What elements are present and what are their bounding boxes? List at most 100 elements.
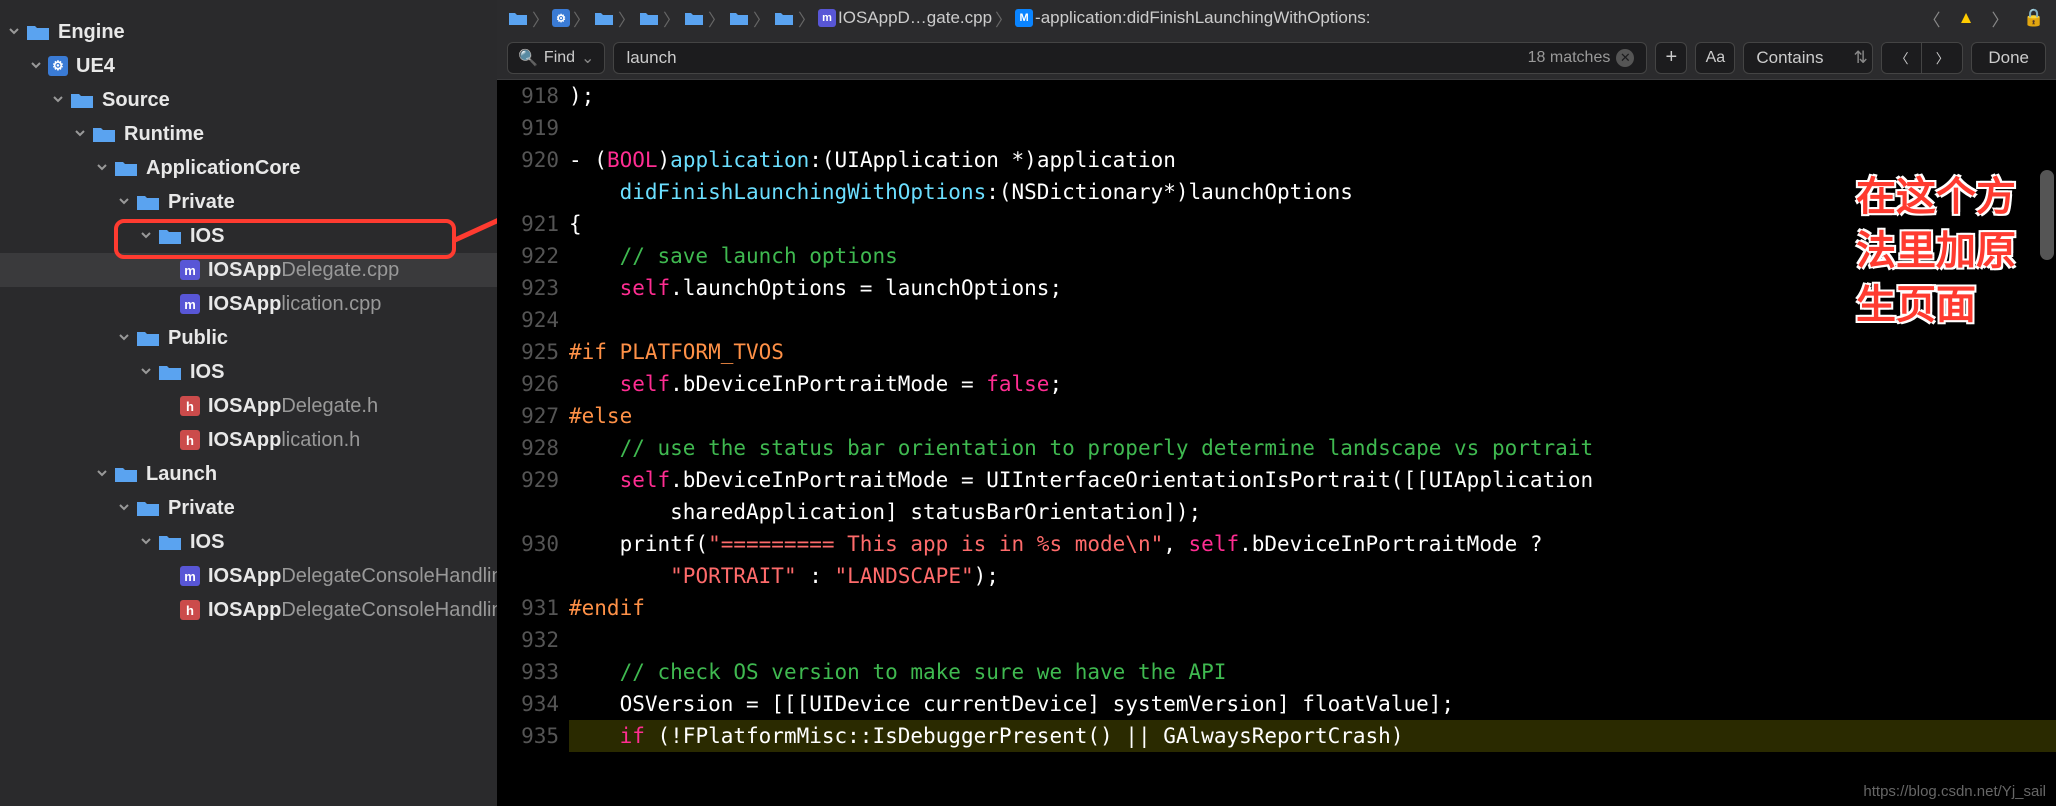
chevron-down-icon [162,569,176,583]
match-mode-select[interactable]: Contains ⇅ [1743,42,1873,74]
code-line[interactable]: #endif [569,592,2056,624]
find-next-button[interactable]: 〉 [1922,43,1962,73]
nav-forward-button[interactable]: 〉 [1988,6,2012,30]
line-number: 920 [497,144,559,176]
folder-icon[interactable] [683,9,705,27]
code-content[interactable]: ); - (BOOL)application:(UIApplication *)… [569,80,2056,806]
tree-item[interactable]: IOS [0,525,497,559]
tree-item[interactable]: Private [0,185,497,219]
done-button[interactable]: Done [1971,42,2046,74]
tree-item-label: ApplicationCore [146,157,300,180]
chevron-down-icon [162,399,176,413]
find-mode-select[interactable]: 🔍 Find ⌄ [507,42,605,74]
folder-icon[interactable] [728,9,750,27]
code-line[interactable]: sharedApplication] statusBarOrientation]… [569,496,2056,528]
tree-item[interactable]: IOS [0,219,497,253]
add-search-button[interactable]: + [1655,42,1687,74]
tree-item-label: UE4 [76,55,115,78]
warning-icon[interactable]: ▲ [1954,6,1978,30]
nav-back-button[interactable]: 〈 [1920,6,1944,30]
line-number: 931 [497,592,559,624]
breadcrumb-method[interactable]: -application:didFinishLaunchingWithOptio… [1035,8,1370,28]
folder-icon [136,498,160,518]
tree-item[interactable]: hIOSAppDelegate.h [0,389,497,423]
folder-icon [136,192,160,212]
code-line[interactable] [569,304,2056,336]
folder-icon[interactable] [773,9,795,27]
tree-item[interactable]: hIOSAppDelegateConsoleHandlin... [0,593,497,627]
chevron-down-icon[interactable] [74,127,88,141]
code-line[interactable]: - (BOOL)application:(UIApplication *)app… [569,144,2056,176]
tree-item[interactable]: mIOSAppDelegate.cpp [0,253,497,287]
tree-item[interactable]: Source [0,83,497,117]
code-line[interactable]: OSVersion = [[[UIDevice currentDevice] s… [569,688,2056,720]
chevron-down-icon[interactable] [140,229,154,243]
tree-item[interactable]: Runtime [0,117,497,151]
folder-icon [158,226,182,246]
code-line[interactable]: printf("========= This app is in %s mode… [569,528,2056,560]
tree-item-label: IOS [190,361,224,384]
code-line[interactable]: // use the status bar orientation to pro… [569,432,2056,464]
tree-item[interactable]: ApplicationCore [0,151,497,185]
find-input[interactable] [626,48,1527,68]
code-line[interactable]: #if PLATFORM_TVOS [569,336,2056,368]
tree-item-label: IOSApplication.cpp [208,293,381,316]
folder-icon[interactable] [638,9,660,27]
code-line[interactable]: "PORTRAIT" : "LANDSCAPE"); [569,560,2056,592]
folder-icon[interactable] [593,9,615,27]
tree-item[interactable]: mIOSAppDelegateConsoleHandlin... [0,559,497,593]
chevron-down-icon[interactable] [30,59,44,73]
tree-item[interactable]: ⚙UE4 [0,49,497,83]
tree-item[interactable]: Engine [0,15,497,49]
code-editor[interactable]: 9189199209219229239249259269279289299309… [497,80,2056,806]
code-line[interactable]: // save launch options [569,240,2056,272]
vertical-scrollbar[interactable] [2040,170,2054,260]
find-prev-button[interactable]: 〈 [1882,43,1922,73]
code-line[interactable] [569,112,2056,144]
tree-item[interactable]: Private [0,491,497,525]
clear-icon[interactable]: ✕ [1616,49,1634,67]
code-line[interactable]: ); [569,80,2056,112]
chevron-down-icon[interactable] [118,195,132,209]
code-line[interactable]: self.bDeviceInPortraitMode = false; [569,368,2056,400]
chevron-down-icon[interactable] [140,365,154,379]
code-line[interactable]: self.bDeviceInPortraitMode = UIInterface… [569,464,2056,496]
tree-item-label: Source [102,89,170,112]
ue-icon[interactable]: ⚙ [552,9,570,27]
tree-item[interactable]: mIOSApplication.cpp [0,287,497,321]
updown-icon: ⇅ [1853,48,1867,68]
tree-item[interactable]: IOS [0,355,497,389]
line-number: 932 [497,624,559,656]
chevron-down-icon: ⌄ [581,48,594,68]
tree-item[interactable]: Launch [0,457,497,491]
code-line[interactable]: self.launchOptions = launchOptions; [569,272,2056,304]
code-line[interactable]: if (!FPlatformMisc::IsDebuggerPresent() … [569,720,2056,752]
chevron-down-icon[interactable] [96,161,110,175]
tree-item[interactable]: Public [0,321,497,355]
tree-item-label: IOS [190,225,224,248]
chevron-down-icon [162,297,176,311]
breadcrumb-file[interactable]: IOSAppD…gate.cpp [838,8,992,28]
tree-item-label: Launch [146,463,217,486]
tree-item-label: IOSApplication.h [208,429,360,452]
code-line[interactable]: { [569,208,2056,240]
code-line[interactable]: #else [569,400,2056,432]
line-number: 929 [497,464,559,496]
folder-icon[interactable] [507,9,529,27]
chevron-down-icon[interactable] [118,331,132,345]
folder-icon [158,362,182,382]
header-file-icon: h [180,396,200,416]
tree-item-label: IOSAppDelegateConsoleHandlin... [208,565,497,588]
code-line[interactable]: didFinishLaunchingWithOptions:(NSDiction… [569,176,2056,208]
chevron-down-icon[interactable] [140,535,154,549]
code-line[interactable]: // check OS version to make sure we have… [569,656,2056,688]
chevron-down-icon[interactable] [52,93,66,107]
chevron-down-icon[interactable] [96,467,110,481]
chevron-down-icon[interactable] [8,25,22,39]
code-line[interactable] [569,624,2056,656]
chevron-down-icon[interactable] [118,501,132,515]
method-icon: M [1015,9,1033,27]
breadcrumb-bar: 〉 ⚙ 〉 〉 〉 〉 〉 〉 m IOSAppD…gate.cpp 〉 M -… [497,0,2056,36]
case-sensitive-button[interactable]: Aa [1695,42,1735,74]
tree-item[interactable]: hIOSApplication.h [0,423,497,457]
